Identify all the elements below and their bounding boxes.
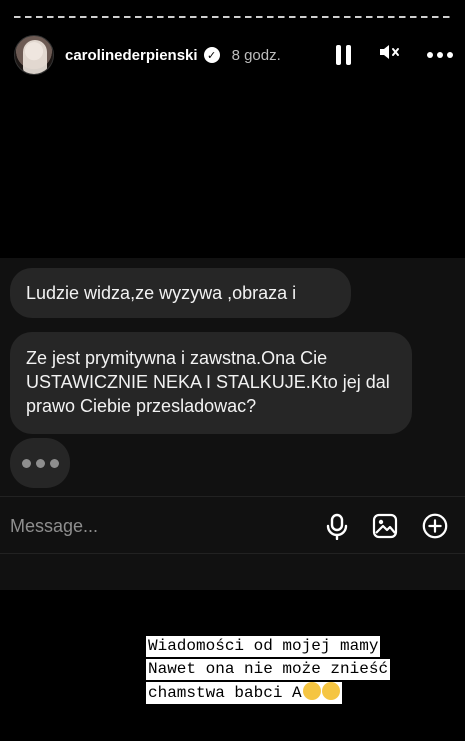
image-icon[interactable]: [371, 512, 399, 540]
username[interactable]: carolinederpienski: [65, 47, 198, 64]
typing-dots-icon: [10, 438, 70, 488]
laughing-emoji-icon: [302, 682, 321, 700]
check-badge-icon: ✓: [203, 47, 220, 63]
pause-icon[interactable]: [336, 45, 351, 65]
exploding-head-emoji-icon: [321, 682, 340, 700]
story-progress-bar: [14, 16, 451, 18]
message-bubble: Ludzie widza,ze wyzywa ,obraza i: [10, 268, 351, 318]
caption-line: Nawet ona nie może znieść: [146, 659, 391, 680]
message-bubble: Ze jest prymitywna i zawstna.Ona Cie UST…: [10, 332, 412, 434]
message-input[interactable]: [0, 497, 300, 555]
more-icon[interactable]: [427, 52, 453, 58]
microphone-icon[interactable]: [323, 512, 351, 540]
story-time: 8 godz.: [231, 46, 281, 64]
caption-line: chamstwa babci A: [146, 682, 342, 704]
plus-circle-icon[interactable]: [421, 512, 449, 540]
avatar-portrait: [23, 40, 47, 74]
caption-line-text: chamstwa babci A: [148, 684, 302, 702]
story-header: carolinederpienski ✓ 8 godz.: [14, 34, 453, 76]
mute-icon[interactable]: [377, 40, 401, 70]
message-thread-screenshot: Ludzie widza,ze wyzywa ,obraza i Ze jest…: [0, 258, 465, 590]
message-input-row: [0, 496, 465, 555]
story-controls: [336, 40, 453, 70]
avatar[interactable]: [14, 35, 54, 75]
story-caption: Wiadomości od mojej mamy Nawet ona nie m…: [146, 636, 431, 706]
caption-line: Wiadomości od mojej mamy: [146, 636, 381, 657]
